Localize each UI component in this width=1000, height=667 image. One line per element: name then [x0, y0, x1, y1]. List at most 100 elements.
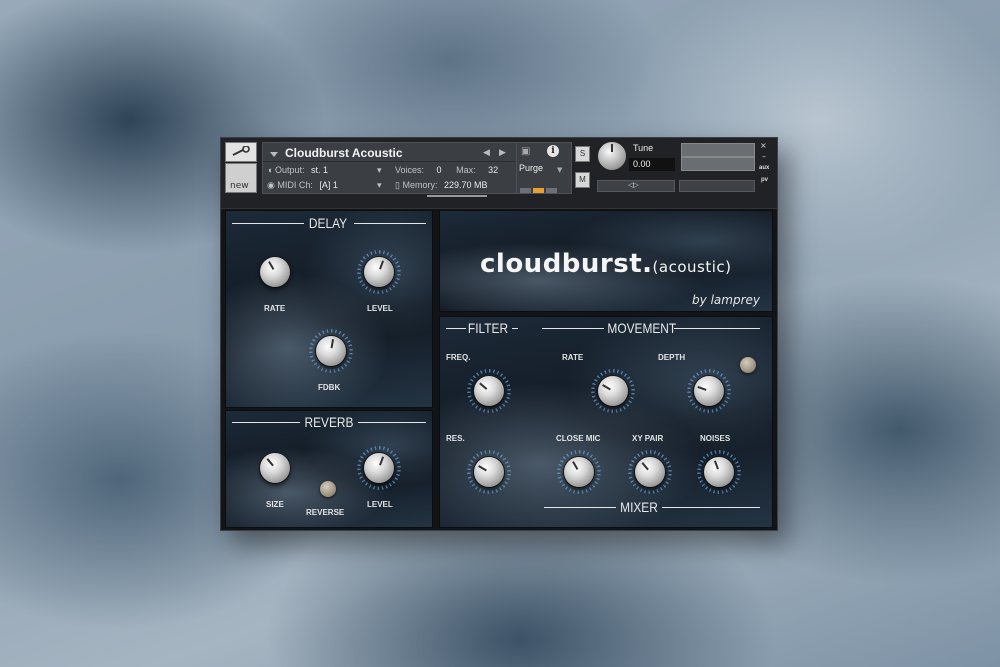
pan-slider[interactable]: ◁▷ — [597, 180, 675, 192]
brand-title: cloudburst.(acoustic) — [480, 249, 732, 279]
xy-pair-label: XY PAIR — [632, 434, 664, 443]
delay-fdbk-label: FDBK — [318, 383, 341, 392]
mute-button[interactable]: M — [575, 172, 590, 188]
title-rule — [662, 507, 760, 508]
level-meter-right — [681, 157, 755, 171]
purge-button[interactable]: Purge — [519, 163, 543, 173]
brand-title-main: cloudburst. — [480, 249, 653, 279]
branding-panel: cloudburst.(acoustic) by lamprey — [439, 210, 773, 312]
header-divider — [263, 161, 517, 162]
delay-level-knob[interactable] — [364, 257, 394, 287]
xy-pair-knob[interactable] — [635, 457, 665, 487]
delay-panel: DELAY RATE LEVEL FDBK — [225, 210, 433, 408]
close-mic-label: CLOSE MIC — [556, 434, 601, 443]
arrow-left-icon[interactable]: ◀ — [483, 148, 490, 158]
delay-rate-knob[interactable] — [260, 257, 290, 287]
reverb-level-knob[interactable] — [364, 453, 394, 483]
midi-dropdown-arrow[interactable]: ▾ — [377, 180, 382, 191]
header-scroll-indicator — [427, 195, 487, 197]
pan-label: ◁▷ — [628, 181, 639, 189]
minimize-button[interactable]: – — [762, 152, 766, 161]
output-meters — [520, 178, 564, 193]
title-rule — [544, 507, 616, 508]
camera-icon[interactable]: ▣ — [521, 146, 530, 157]
reverse-label: REVERSE — [306, 508, 345, 517]
filter-freq-knob[interactable] — [474, 376, 504, 406]
close-button[interactable]: × — [760, 141, 767, 150]
meter-segment — [546, 188, 557, 193]
reverb-title: REVERB — [304, 414, 354, 430]
solo-button[interactable]: S — [575, 146, 590, 162]
tune-value[interactable]: 0.00 — [629, 158, 675, 171]
movement-rate-knob[interactable] — [598, 376, 628, 406]
info-icon[interactable]: i — [547, 145, 559, 157]
mixer-title: MIXER — [620, 499, 658, 515]
reverb-size-knob[interactable] — [260, 453, 290, 483]
arrow-right-icon[interactable]: ▶ — [499, 148, 506, 158]
midi-icon: ◉ — [267, 180, 275, 190]
reverse-toggle[interactable] — [320, 481, 336, 497]
output-row[interactable]: ◖ Output: st. 1 — [267, 165, 328, 175]
reverb-size-label: SIZE — [266, 500, 284, 509]
new-label: new — [230, 181, 249, 191]
title-rule — [354, 223, 426, 224]
tune-label: Tune — [633, 143, 654, 153]
movement-toggle[interactable] — [740, 357, 756, 373]
memory-icon: ▯ — [395, 180, 400, 190]
instrument-info-box: Cloudburst Acoustic ◀ ▶ ◖ Output: st. 1 … — [262, 142, 518, 194]
meter-segment-active — [533, 188, 544, 193]
speaker-icon: ◖ — [267, 165, 273, 175]
movement-depth-label: DEPTH — [658, 353, 686, 362]
movement-title: MOVEMENT — [607, 320, 677, 336]
midi-row[interactable]: ◉ MIDI Ch: [A] 1 — [267, 180, 338, 191]
noises-knob[interactable] — [704, 457, 734, 487]
voices-label: Voices: — [395, 165, 425, 175]
delay-level-label: LEVEL — [367, 304, 393, 313]
delay-rate-label: RATE — [264, 304, 286, 313]
reverb-panel: REVERB SIZE REVERSE LEVEL — [225, 410, 433, 528]
title-rule — [542, 328, 604, 329]
title-rule — [232, 223, 304, 224]
filter-movement-mixer-panel: FILTER MOVEMENT FREQ. RES. RATE DEPTH CL… — [439, 316, 773, 528]
volume-slider[interactable] — [679, 180, 755, 192]
instrument-header: new Cloudburst Acoustic ◀ ▶ ◖ Output: st… — [221, 138, 777, 209]
filter-res-knob[interactable] — [474, 457, 504, 487]
movement-rate-label: RATE — [562, 353, 584, 362]
max-label: Max: — [456, 165, 476, 175]
wrench-button[interactable] — [225, 142, 257, 162]
aux-button[interactable]: aux — [759, 165, 769, 171]
meter-segment — [520, 188, 531, 193]
movement-depth-knob[interactable] — [694, 376, 724, 406]
pv-button[interactable]: pv — [761, 177, 768, 183]
new-snapshot-button[interactable]: new — [225, 163, 257, 193]
title-rule — [512, 328, 518, 329]
delay-fdbk-knob[interactable] — [316, 336, 346, 366]
brand-byline: by lamprey — [692, 293, 760, 307]
midi-label: MIDI Ch: — [277, 180, 313, 190]
instrument-window: new Cloudburst Acoustic ◀ ▶ ◖ Output: st… — [220, 137, 778, 531]
purge-dropdown-arrow[interactable]: ▼ — [557, 166, 562, 174]
level-meter-left — [681, 143, 755, 157]
reverb-level-label: LEVEL — [367, 500, 393, 509]
filter-freq-label: FREQ. — [446, 353, 471, 362]
voices-value: 0 — [436, 165, 442, 175]
wrench-icon — [232, 146, 250, 156]
close-mic-knob[interactable] — [564, 457, 594, 487]
instrument-name[interactable]: Cloudburst Acoustic — [285, 146, 403, 160]
chevron-down-icon[interactable] — [270, 152, 278, 157]
title-rule — [674, 328, 760, 329]
title-rule — [232, 422, 300, 423]
voices-row: Voices: 0 Max: 32 — [395, 165, 498, 175]
noises-label: NOISES — [700, 434, 731, 443]
output-dropdown-arrow[interactable]: ▾ — [377, 165, 382, 176]
memory-label: Memory: — [402, 180, 438, 190]
filter-res-label: RES. — [446, 434, 465, 443]
midi-value: [A] 1 — [319, 180, 338, 190]
title-rule — [358, 422, 426, 423]
memory-value: 229.70 MB — [444, 180, 488, 190]
tune-knob[interactable] — [597, 141, 627, 171]
output-label: Output: — [274, 165, 305, 175]
title-rule — [446, 328, 466, 329]
brand-subtitle: (acoustic) — [652, 258, 732, 276]
max-voices-value[interactable]: 32 — [488, 165, 498, 175]
